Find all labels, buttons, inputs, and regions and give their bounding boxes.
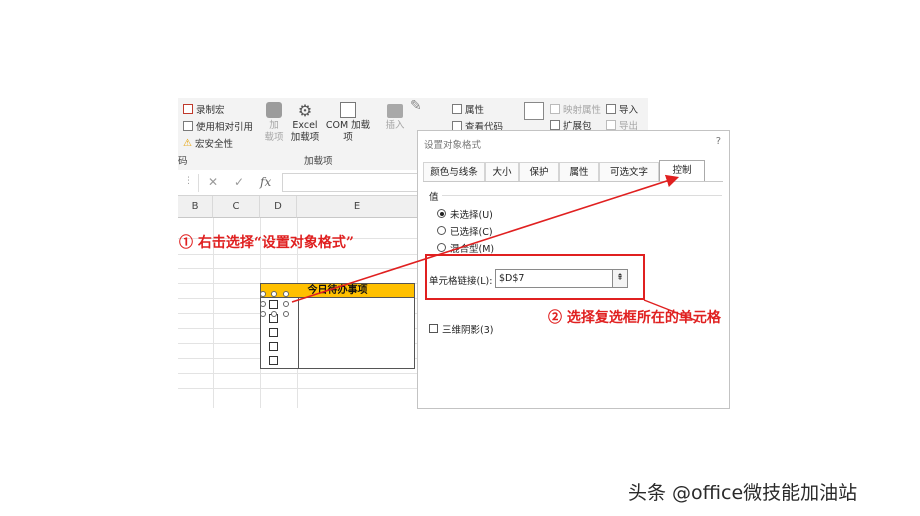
annotation-arrows	[291, 174, 701, 323]
annotation-step2: ② 选择复选框所在的单元格	[548, 310, 721, 326]
screenshot-stage: 录制宏 使用相对引用 ⚠ 宏安全性 码 加 载项 ⚙ Excel 加载项 COM…	[0, 0, 920, 516]
watermark: 头条 @office微技能加油站	[628, 482, 858, 504]
annotation-step1: ① 右击选择“设置对象格式”	[179, 235, 354, 251]
